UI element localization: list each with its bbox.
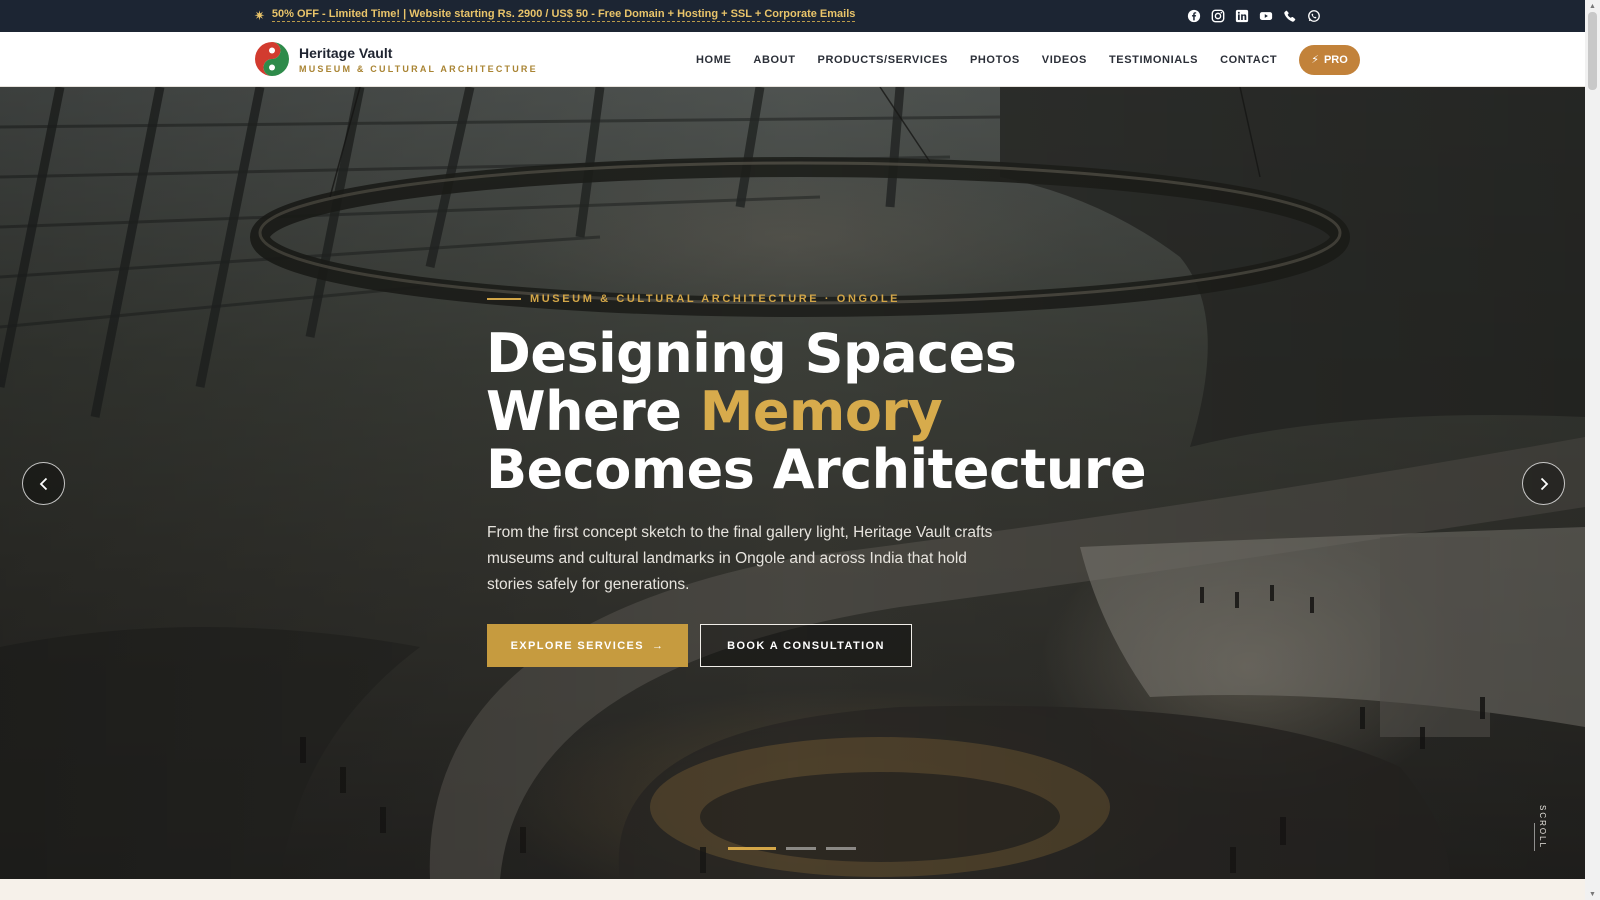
slider-prev-button[interactable]: [22, 462, 65, 505]
scroll-label: SCROLL: [1538, 805, 1547, 850]
nav-home[interactable]: HOME: [696, 54, 731, 66]
slider-dot-3[interactable]: [826, 847, 856, 850]
lightning-icon: ⚡: [1311, 54, 1319, 66]
headline-accent: Memory: [699, 380, 943, 443]
hero-slider: MUSEUM & CULTURAL ARCHITECTURE · ONGOLE …: [0, 87, 1585, 879]
scroll-up-arrow-icon[interactable]: ▲: [1588, 2, 1597, 10]
instagram-icon[interactable]: [1210, 8, 1226, 24]
nav-photos[interactable]: PHOTOS: [970, 54, 1020, 66]
eyebrow-rule: [487, 298, 521, 300]
eyebrow-text: MUSEUM & CULTURAL ARCHITECTURE · ONGOLE: [530, 293, 901, 305]
linkedin-icon[interactable]: [1234, 8, 1250, 24]
promo-bar: ✷ 50% OFF - Limited Time! | Website star…: [0, 0, 1585, 32]
nav-videos[interactable]: VIDEOS: [1042, 54, 1087, 66]
brand-name: Heritage Vault: [299, 44, 393, 61]
pro-label: PRO: [1323, 53, 1348, 66]
nav-about[interactable]: ABOUT: [753, 54, 795, 66]
slider-next-button[interactable]: [1522, 462, 1565, 505]
nav-products-services[interactable]: PRODUCTS/SERVICES: [818, 54, 948, 66]
chevron-left-icon: [39, 477, 47, 490]
brand-tagline: MUSEUM & CULTURAL ARCHITECTURE: [299, 63, 538, 74]
main-nav: HOME ABOUT PRODUCTS/SERVICES PHOTOS VIDE…: [696, 32, 1360, 87]
hero-headline: Designing Spaces Where Memory Becomes Ar…: [486, 322, 1147, 501]
scroll-line: [1534, 823, 1535, 851]
slider-dot-1[interactable]: [728, 847, 776, 850]
logo-icon: [255, 42, 289, 76]
nav-contact[interactable]: CONTACT: [1220, 54, 1277, 66]
social-links: [1186, 8, 1322, 24]
sparkle-icon: ✷: [254, 7, 265, 23]
youtube-icon[interactable]: [1258, 8, 1274, 24]
chevron-right-icon: [1540, 477, 1548, 490]
headline-line-1: Designing Spaces: [486, 322, 1017, 385]
headline-line-3: Becomes Architecture: [486, 438, 1147, 501]
slider-dots: [728, 847, 856, 850]
site-header: Heritage Vault MUSEUM & CULTURAL ARCHITE…: [0, 32, 1585, 87]
slider-dot-2[interactable]: [786, 847, 816, 850]
pro-button[interactable]: ⚡ PRO: [1299, 44, 1360, 75]
facebook-icon[interactable]: [1186, 8, 1202, 24]
scroll-down-arrow-icon[interactable]: ▼: [1588, 890, 1597, 898]
promo-link[interactable]: ✷ 50% OFF - Limited Time! | Website star…: [254, 7, 856, 23]
arrow-right-icon: →: [652, 639, 665, 652]
explore-services-button[interactable]: EXPLORE SERVICES →: [487, 624, 688, 667]
nav-testimonials[interactable]: TESTIMONIALS: [1109, 54, 1198, 66]
book-consultation-label: BOOK A CONSULTATION: [727, 639, 885, 652]
book-consultation-button[interactable]: BOOK A CONSULTATION: [700, 624, 912, 667]
headline-line-2a: Where: [486, 380, 700, 443]
hero-description: From the first concept sketch to the fin…: [487, 524, 993, 593]
hero-eyebrow: MUSEUM & CULTURAL ARCHITECTURE · ONGOLE: [487, 293, 900, 305]
page-scrollbar[interactable]: ▲ ▼: [1585, 0, 1600, 900]
whatsapp-icon[interactable]: [1306, 8, 1322, 24]
scrollbar-thumb[interactable]: [1588, 12, 1597, 90]
phone-icon[interactable]: [1282, 8, 1298, 24]
brand-text: Heritage Vault MUSEUM & CULTURAL ARCHITE…: [299, 45, 538, 74]
brand[interactable]: Heritage Vault MUSEUM & CULTURAL ARCHITE…: [254, 41, 538, 77]
explore-services-label: EXPLORE SERVICES: [510, 639, 645, 652]
next-section-edge: [0, 879, 1585, 900]
scroll-indicator[interactable]: SCROLL: [1534, 805, 1552, 855]
promo-text[interactable]: 50% OFF - Limited Time! | Website starti…: [271, 8, 856, 22]
